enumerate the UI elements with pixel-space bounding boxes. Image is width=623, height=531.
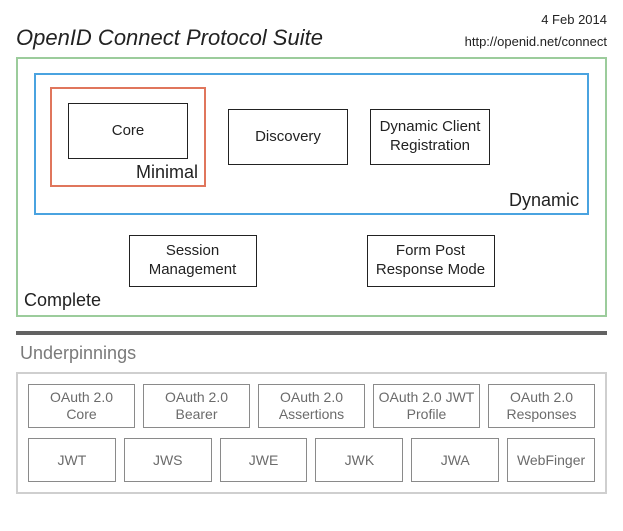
minimal-group: Core Minimal	[50, 87, 206, 187]
date: 4 Feb 2014	[465, 10, 607, 30]
spec-dynamic-client-registration: Dynamic Client Registration	[370, 109, 490, 165]
underpinning-webfinger: WebFinger	[507, 438, 595, 482]
header-meta: 4 Feb 2014 http://openid.net/connect	[465, 10, 607, 51]
underpinnings-group: OAuth 2.0 Core OAuth 2.0 Bearer OAuth 2.…	[16, 372, 607, 494]
underpinning-jwk: JWK	[315, 438, 403, 482]
underpinning-oauth-jwt-profile: OAuth 2.0 JWT Profile	[373, 384, 480, 428]
reference-url: http://openid.net/connect	[465, 34, 607, 49]
underpinnings-row-1: OAuth 2.0 Core OAuth 2.0 Bearer OAuth 2.…	[28, 384, 595, 428]
spec-session-management: Session Management	[129, 235, 257, 287]
underpinning-jwe: JWE	[220, 438, 308, 482]
underpinning-oauth-assertions: OAuth 2.0 Assertions	[258, 384, 365, 428]
dynamic-group: Core Minimal Discovery Dynamic Client Re…	[34, 73, 589, 215]
underpinning-oauth-bearer: OAuth 2.0 Bearer	[143, 384, 250, 428]
minimal-label: Minimal	[136, 162, 198, 183]
spec-dcr-wrap: Dynamic Client Registration	[370, 87, 490, 187]
spec-discovery: Discovery	[228, 109, 348, 165]
header: OpenID Connect Protocol Suite 4 Feb 2014…	[16, 10, 607, 51]
section-divider	[16, 331, 607, 335]
underpinnings-title: Underpinnings	[20, 343, 607, 364]
dynamic-label: Dynamic	[509, 190, 579, 211]
page-title: OpenID Connect Protocol Suite	[16, 25, 323, 51]
underpinning-jws: JWS	[124, 438, 212, 482]
complete-group: Core Minimal Discovery Dynamic Client Re…	[16, 57, 607, 317]
spec-form-post-response-mode: Form Post Response Mode	[367, 235, 495, 287]
underpinning-oauth-responses: OAuth 2.0 Responses	[488, 384, 595, 428]
underpinning-jwt: JWT	[28, 438, 116, 482]
complete-label: Complete	[24, 290, 101, 311]
spec-discovery-wrap: Discovery	[228, 87, 348, 187]
underpinning-oauth-core: OAuth 2.0 Core	[28, 384, 135, 428]
underpinnings-row-2: JWT JWS JWE JWK JWA WebFinger	[28, 438, 595, 482]
spec-core: Core	[68, 103, 188, 159]
complete-extra-row: Session Management Form Post Response Mo…	[34, 235, 589, 287]
underpinning-jwa: JWA	[411, 438, 499, 482]
